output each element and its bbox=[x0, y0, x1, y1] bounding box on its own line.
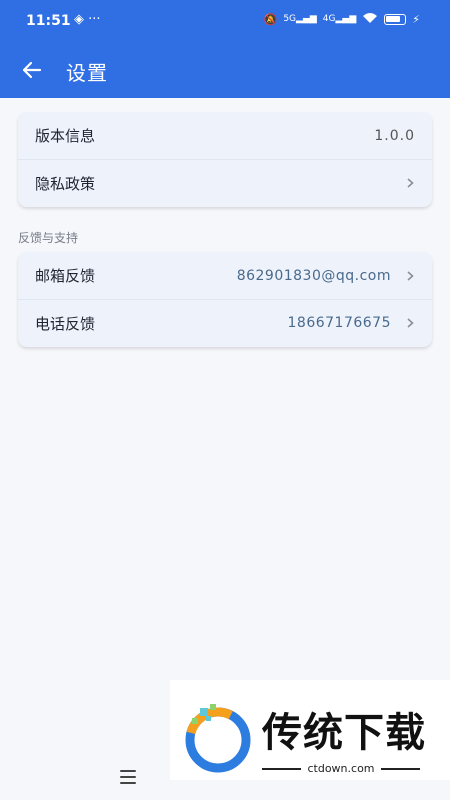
charging-icon: ⚡ bbox=[412, 13, 420, 26]
phone-value: 18667176675 bbox=[287, 315, 391, 331]
version-info-row[interactable]: 版本信息 1.0.0 bbox=[18, 112, 432, 159]
about-card: 版本信息 1.0.0 隐私政策 bbox=[18, 112, 432, 207]
menu-icon[interactable] bbox=[120, 770, 136, 784]
feedback-card: 邮箱反馈 862901830@qq.com 电话反馈 18667176675 bbox=[18, 252, 432, 347]
back-button[interactable] bbox=[16, 54, 48, 86]
status-left-icons: ◈ ··· bbox=[74, 12, 101, 27]
chevron-right-icon bbox=[405, 178, 415, 188]
chevron-right-icon bbox=[405, 270, 415, 281]
chevron-right-icon bbox=[405, 318, 415, 328]
arrow-left-icon bbox=[22, 61, 42, 79]
wifi-icon bbox=[362, 12, 378, 27]
ctdown-logo-icon bbox=[185, 704, 251, 773]
row-label: 隐私政策 bbox=[35, 174, 96, 193]
row-label: 邮箱反馈 bbox=[35, 267, 96, 285]
email-value: 862901830@qq.com bbox=[236, 267, 391, 284]
watermark-url: ctdown.com bbox=[262, 762, 420, 775]
section-title: 反馈与支持 bbox=[18, 231, 79, 245]
watermark: 传统下载 ctdown.com bbox=[170, 680, 450, 780]
app-bar: 设置 bbox=[0, 44, 450, 98]
signal-4g-icon: 4G▂▄▆ bbox=[322, 14, 357, 24]
status-right-icons: 🔕 5G▂▄▆ 4G▂▄▆ ⚡ bbox=[264, 12, 420, 27]
watermark-title: 传统下载 bbox=[262, 710, 426, 756]
signal-5g-icon: 5G▂▄▆ bbox=[283, 14, 317, 24]
status-bar: 11:51 ◈ ··· 🔕 5G▂▄▆ 4G▂▄▆ ⚡ bbox=[0, 0, 450, 44]
page-title: 设置 bbox=[66, 61, 108, 85]
phone-feedback-row[interactable]: 电话反馈 18667176675 bbox=[18, 299, 432, 346]
mute-icon: 🔕 bbox=[263, 13, 278, 26]
battery-icon bbox=[384, 14, 407, 25]
row-label: 电话反馈 bbox=[35, 314, 96, 333]
row-label: 版本信息 bbox=[35, 127, 96, 145]
email-feedback-row[interactable]: 邮箱反馈 862901830@qq.com bbox=[18, 252, 432, 299]
version-value: 1.0.0 bbox=[374, 127, 415, 144]
privacy-policy-row[interactable]: 隐私政策 bbox=[18, 159, 432, 206]
nfc-icon: ◈ bbox=[74, 12, 84, 27]
status-time: 11:51 bbox=[26, 13, 71, 29]
more-icon: ··· bbox=[88, 12, 101, 27]
